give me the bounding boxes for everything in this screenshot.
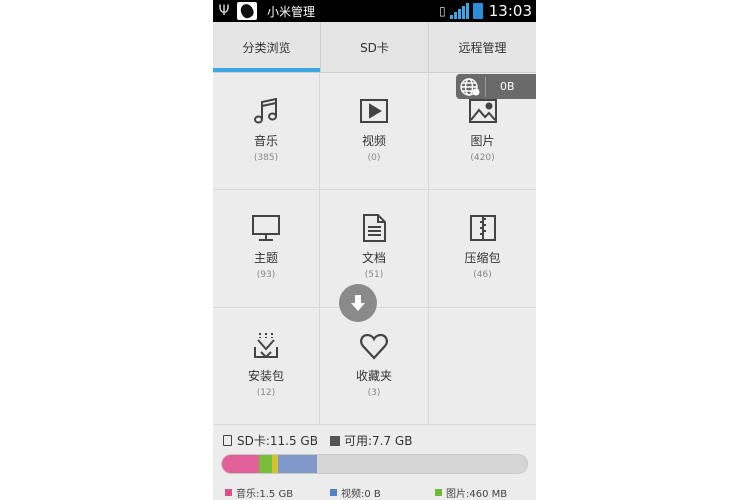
category-favorites[interactable]: 收藏夹 (3)	[320, 308, 429, 425]
vibrate-icon: ▯	[439, 4, 446, 18]
download-arrow-icon	[351, 295, 365, 311]
category-label: 图片	[470, 134, 495, 148]
category-label: 主题	[253, 251, 278, 265]
tab-category-browse[interactable]: 分类浏览	[213, 22, 320, 72]
usage-segment	[258, 455, 273, 473]
category-install-packages[interactable]: 安装包 (12)	[213, 308, 320, 425]
picture-icon	[468, 99, 497, 123]
sd-total: SD卡:11.5 GB	[237, 434, 318, 448]
sd-card-icon	[223, 435, 232, 446]
status-bar: Ψ 小米管理 ▯ 13:03	[213, 0, 536, 22]
archive-icon	[469, 215, 496, 241]
tab-sd-card[interactable]: SD卡	[320, 22, 428, 72]
category-label: 收藏夹	[355, 369, 392, 383]
legend-label: 音乐:1.5 GB	[236, 489, 294, 500]
battery-icon	[472, 3, 483, 19]
usage-segment	[222, 455, 259, 473]
category-count: (12)	[256, 388, 276, 398]
available-space-icon	[329, 435, 340, 446]
category-count: (93)	[256, 270, 276, 280]
storage-summary: SD卡:11.5 GB 可用:7.7 GB	[223, 432, 412, 449]
category-count: (51)	[364, 270, 384, 280]
category-label: 安装包	[247, 369, 284, 383]
storage-usage-bar	[221, 454, 528, 474]
empty-cell	[429, 308, 536, 425]
document-icon	[363, 214, 386, 242]
category-count: (3)	[367, 388, 381, 398]
category-label: 文档	[361, 251, 386, 265]
clock: 13:03	[488, 2, 532, 20]
category-label: 压缩包	[464, 251, 501, 265]
category-count: (46)	[473, 270, 492, 280]
legend-label: 图片:460 MB	[446, 489, 508, 500]
tab-bar: 分类浏览 SD卡 远程管理	[213, 22, 536, 73]
music-note-icon	[254, 97, 277, 124]
signal-icon	[449, 3, 469, 19]
legend-item: 视频:0 B	[330, 485, 381, 500]
app-logo-icon	[237, 2, 257, 20]
remote-transfer-value: 0B	[500, 80, 515, 93]
usb-icon: Ψ	[218, 3, 230, 19]
category-themes[interactable]: 主题 (93)	[213, 190, 320, 308]
legend-item: 音乐:1.5 GB	[225, 485, 293, 500]
category-video[interactable]: 视频 (0)	[320, 73, 429, 190]
legend-item: 图片:460 MB	[435, 485, 507, 500]
install-package-icon	[254, 333, 278, 359]
category-music[interactable]: 音乐 (385)	[213, 73, 320, 190]
monitor-icon	[252, 215, 280, 241]
legend-swatch	[330, 489, 337, 496]
download-button[interactable]	[339, 284, 377, 322]
remote-transfer-badge[interactable]: 0B	[456, 74, 536, 99]
category-label: 音乐	[253, 134, 278, 148]
storage-panel: SD卡:11.5 GB 可用:7.7 GB 音乐:1.5 GB 视频:0 B 图片:…	[213, 425, 536, 500]
category-label: 视频	[361, 134, 386, 148]
app-title: 小米管理	[267, 4, 316, 19]
legend-swatch	[435, 489, 442, 496]
phone-screen: Ψ 小米管理 ▯ 13:03 分类浏览 SD卡 远程管理 音乐 (385) 视频…	[213, 0, 536, 500]
heart-icon	[360, 333, 388, 360]
sd-available: 可用:7.7 GB	[343, 434, 413, 448]
category-count: (420)	[470, 153, 495, 163]
category-grid: 音乐 (385) 视频 (0) 图片 (420) 主题 (93) 文档 (51)…	[213, 73, 536, 425]
play-icon	[360, 99, 388, 123]
category-documents[interactable]: 文档 (51)	[320, 190, 429, 308]
category-count: (385)	[253, 153, 279, 163]
usage-segment	[278, 455, 317, 473]
category-archives[interactable]: 压缩包 (46)	[429, 190, 536, 308]
globe-icon	[460, 77, 480, 96]
badge-divider	[485, 76, 486, 97]
tab-remote-manage[interactable]: 远程管理	[428, 22, 536, 72]
legend-label: 视频:0 B	[341, 489, 381, 500]
legend-swatch	[225, 489, 232, 496]
category-count: (0)	[367, 153, 381, 163]
